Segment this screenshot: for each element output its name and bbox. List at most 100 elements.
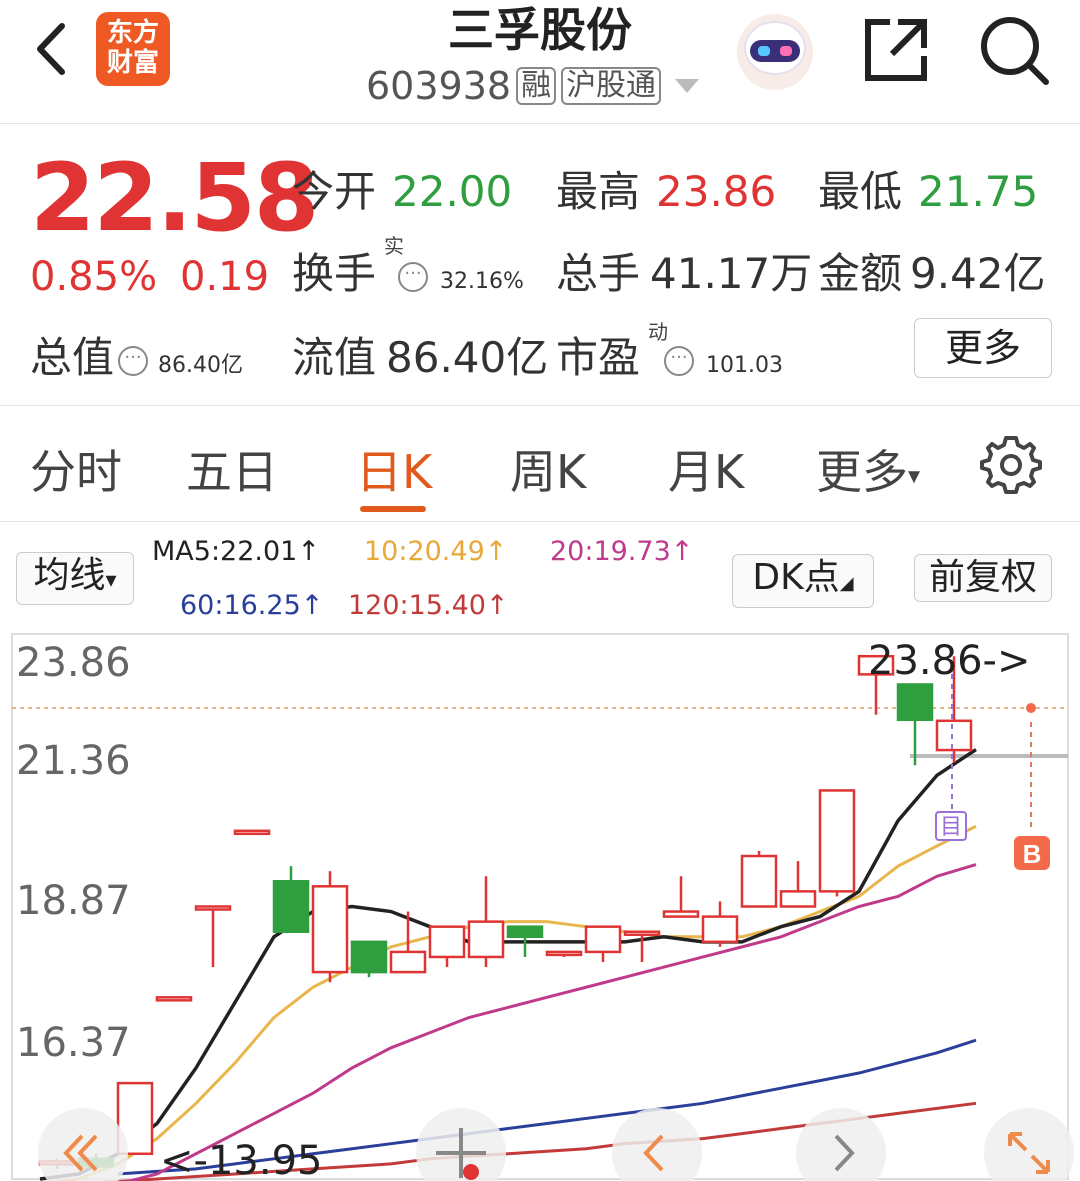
pe-item[interactable]: 市盈 ··· 101.03 [556, 324, 783, 385]
open-label: 今开 [292, 167, 377, 216]
quote-panel: 22.58 0.85% 0.19 今开 22.00 最高 23.86 最低 21.75… [0, 124, 1080, 406]
candle-body [428, 925, 466, 959]
back-arrow-icon[interactable] [28, 14, 76, 84]
ma5-value: MA5:22.01↑ [152, 536, 320, 567]
candle-body [701, 915, 739, 944]
tab-more[interactable]: 更多▾ [816, 436, 920, 502]
more-quote-button[interactable]: 更多 [914, 318, 1052, 378]
candle [311, 871, 349, 983]
market-cap-item[interactable]: 总值 ··· 86.40亿 [30, 324, 243, 385]
candle [467, 876, 505, 968]
low-item: 最低 21.75 [818, 158, 1038, 219]
fullscreen-button[interactable] [984, 1108, 1074, 1181]
tab-weekly-k[interactable]: 周K [510, 436, 586, 502]
amount-item: 金额 9.42亿 [818, 240, 1046, 301]
volume-label: 总手 [556, 249, 641, 298]
pe-label: 市盈 [556, 333, 641, 382]
candle-body [584, 925, 622, 954]
top-bar: 东方 财富 三孚股份 603938 融 沪股通 [0, 0, 1080, 124]
tab-monthly-k[interactable]: 月K [668, 436, 744, 502]
market-cap-value: 86.40亿 [158, 353, 243, 378]
scroll-right-button[interactable] [796, 1108, 886, 1181]
tab-daily-k[interactable]: 日K [356, 436, 432, 502]
tab-more-label: 更多 [816, 445, 908, 499]
float-cap-item: 流值 86.40亿 [292, 324, 548, 385]
candle [428, 925, 466, 968]
dk-point-button[interactable]: DK点◢ [732, 554, 874, 608]
float-cap-value: 86.40亿 [386, 333, 549, 382]
y-tick-label: 18.87 [16, 878, 131, 924]
logo-line2: 财富 [106, 48, 159, 78]
corner-triangle-icon: ◢ [839, 573, 854, 594]
info-dots-icon[interactable]: ··· [118, 345, 149, 376]
low-label: 最低 [818, 167, 903, 216]
app-logo[interactable]: 东方 财富 [96, 12, 170, 86]
scroll-far-left-button[interactable] [38, 1108, 128, 1181]
target-marker-label: 目 [940, 814, 962, 839]
kline-chart[interactable]: 目 B 23.86 21.36 18.87 16.37 23.86-> <-13… [0, 630, 1080, 1181]
candle [740, 850, 778, 908]
candle-body [272, 880, 310, 933]
tab-intraday[interactable]: 分时 [30, 436, 122, 502]
zoom-button[interactable] [416, 1108, 506, 1181]
ma60-value: 60:16.25↑ [180, 590, 324, 621]
candle [701, 901, 739, 947]
high-item: 最高 23.86 [556, 158, 776, 219]
chevron-down-icon [675, 79, 700, 93]
change-percent: 0.85% [30, 254, 158, 300]
stock-code-row[interactable]: 603938 融 沪股通 [366, 64, 700, 108]
info-dots-icon[interactable]: ··· [398, 261, 429, 292]
low-price-marker: <-13.95 [160, 1138, 322, 1181]
adjust-mode-button[interactable]: 前复权 [914, 554, 1052, 602]
amount-value: 9.42亿 [910, 249, 1046, 298]
pe-value: 101.03 [706, 353, 783, 378]
ma-select-label: 均线 [33, 555, 106, 596]
gear-icon[interactable] [980, 434, 1042, 496]
low-arrow-icon: <- [160, 1138, 208, 1181]
high-value: 23.86 [656, 167, 777, 216]
candle-body [389, 950, 427, 974]
last-price-dot [1026, 703, 1036, 713]
candle [272, 866, 310, 933]
robot-assistant-icon[interactable] [732, 8, 818, 92]
chevron-right-icon [834, 1134, 855, 1172]
candle [389, 911, 427, 974]
candle [233, 829, 271, 836]
candle [779, 861, 817, 908]
ma20-value: 20:19.73↑ [550, 536, 694, 567]
period-tabs: 分时 五日 日K 周K 月K 更多▾ [0, 406, 1080, 522]
kline-canvas[interactable]: 目 B [0, 630, 1080, 1181]
high-price-marker: 23.86-> [868, 638, 1031, 684]
last-price: 22.58 [30, 144, 319, 253]
ma-indicator-bar: 均线▾ MA5:22.01↑ 10:20.49↑ 20:19.73↑ 60:16… [0, 522, 1080, 632]
scroll-left-button[interactable] [612, 1108, 702, 1181]
candle [545, 950, 583, 957]
caret-down-icon: ▾ [908, 461, 921, 490]
candle-body [155, 996, 193, 1002]
candle-body [896, 683, 934, 722]
turnover-item[interactable]: 换手 ··· 32.16% [292, 240, 524, 301]
info-dots-icon[interactable]: ··· [664, 345, 695, 376]
stock-name: 三孚股份 [448, 3, 632, 57]
search-icon[interactable] [976, 12, 1052, 88]
candle-body [740, 854, 778, 908]
candle-body [194, 905, 232, 911]
low-price-value: 13.95 [207, 1138, 323, 1181]
candle-body [545, 950, 583, 957]
candle [584, 925, 622, 963]
candle-body [935, 719, 973, 752]
logo-line1: 东方 [106, 18, 159, 48]
ma-select-button[interactable]: 均线▾ [16, 552, 134, 605]
turnover-realtime-mark: 实 [384, 234, 404, 258]
change-amount: 0.19 [180, 254, 270, 300]
dk-point-label: DK点 [752, 557, 840, 598]
share-icon[interactable] [860, 14, 932, 86]
tab-five-day[interactable]: 五日 [186, 436, 278, 502]
candle-body [233, 829, 271, 836]
candle-body [779, 890, 817, 908]
open-item: 今开 22.00 [292, 158, 512, 219]
low-value: 21.75 [918, 167, 1039, 216]
ma10-value: 10:20.49↑ [364, 536, 508, 567]
open-value: 22.00 [392, 167, 513, 216]
pe-dynamic-mark: 动 [648, 320, 668, 344]
